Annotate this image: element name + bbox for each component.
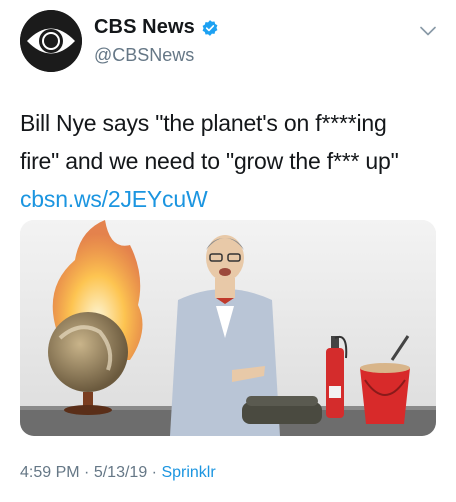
- display-name[interactable]: CBS News: [94, 16, 195, 39]
- tweet-text-line: Bill Nye says "the planet's on f****ing: [20, 110, 387, 136]
- tweet-metadata: 4:59 PM · 5/13/19 · Sprinklr: [20, 464, 216, 482]
- tweet-date[interactable]: 5/13/19: [94, 464, 147, 481]
- avatar[interactable]: [20, 10, 82, 72]
- user-handle[interactable]: @CBSNews: [94, 45, 219, 66]
- verified-badge-icon: [202, 19, 218, 36]
- tweet-time[interactable]: 4:59 PM: [20, 464, 80, 481]
- tweet-card: CBS News @CBSNews Bill Nye says "the pla…: [0, 0, 456, 502]
- tweet-text: Bill Nye says "the planet's on f****ing …: [20, 104, 440, 218]
- name-row: CBS News: [94, 16, 219, 39]
- tweet-source[interactable]: Sprinklr: [161, 464, 215, 481]
- meta-separator: ·: [151, 464, 157, 481]
- tweet-text-line: fire" and we need to "grow the f*** up": [20, 148, 399, 174]
- media-illustration: [20, 220, 436, 436]
- tweet-media-image[interactable]: [20, 220, 436, 436]
- meta-separator: ·: [84, 464, 90, 481]
- tweet-link[interactable]: cbsn.ws/2JEYcuW: [20, 180, 440, 218]
- chevron-down-icon[interactable]: [420, 26, 436, 36]
- cbs-eye-logo: [20, 10, 82, 72]
- user-info: CBS News @CBSNews: [94, 16, 219, 66]
